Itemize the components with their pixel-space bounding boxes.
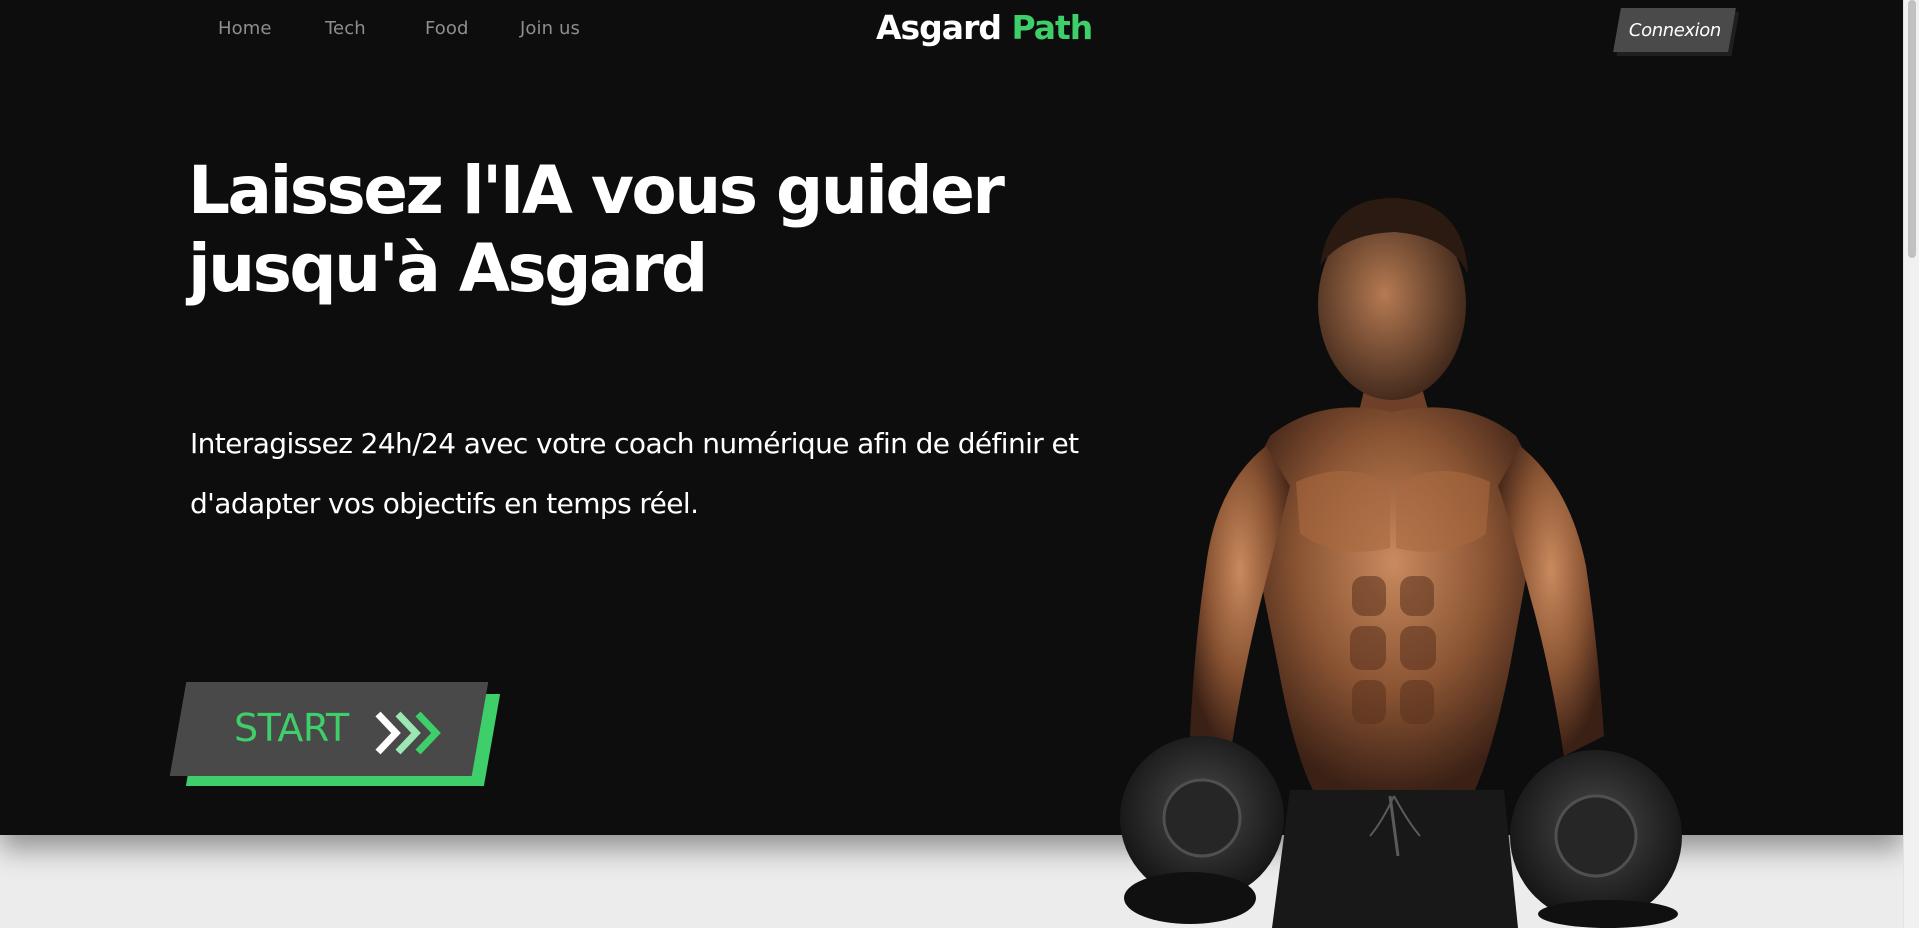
nav-link-join-us[interactable]: Join us <box>520 18 580 39</box>
nav-link-tech[interactable]: Tech <box>325 18 366 39</box>
logo-text-accent: Path <box>1011 8 1093 47</box>
start-button-container: START <box>169 680 508 790</box>
connexion-button[interactable]: Connexion <box>1613 8 1736 52</box>
vertical-scrollbar[interactable] <box>1903 0 1919 928</box>
nav-link-food[interactable]: Food <box>425 18 469 39</box>
hero-subtext: Interagissez 24h/24 avec votre coach num… <box>190 427 1079 520</box>
athlete-with-dumbbells-image <box>1120 197 1682 928</box>
scrollbar-thumb[interactable] <box>1908 0 1916 258</box>
hero-headline: Laissez l'IA vous guider jusqu'à Asgard <box>188 152 1005 307</box>
logo-text-main: Asgard <box>876 8 1012 47</box>
nav-link-home[interactable]: Home <box>218 18 272 39</box>
site-logo[interactable]: Asgard Path <box>876 8 1093 47</box>
connexion-button-label: Connexion <box>1628 19 1721 41</box>
triple-chevron-right-icon <box>375 711 441 755</box>
start-button-label: START <box>234 706 349 750</box>
